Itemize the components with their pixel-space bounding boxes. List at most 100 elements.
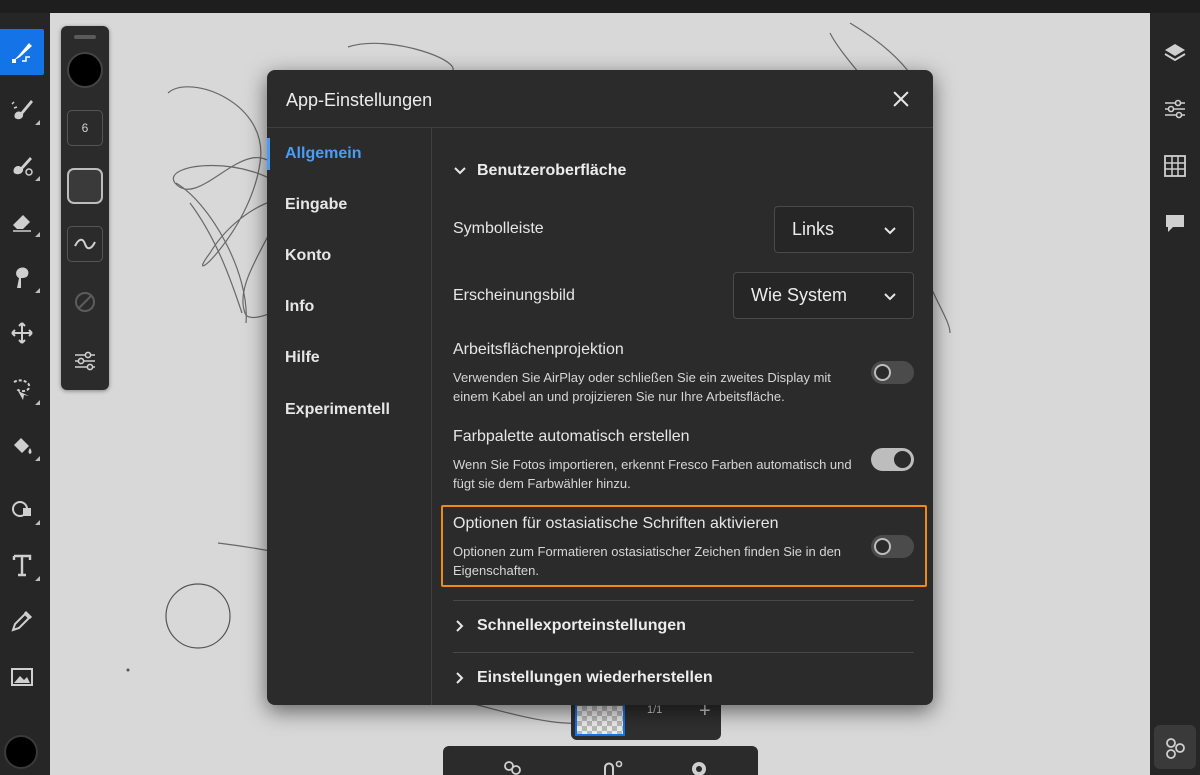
canvas-projection-label: Arbeitsflächenprojektion — [453, 341, 624, 358]
toggle-knob — [874, 364, 891, 381]
brush-color-swatch[interactable] — [67, 52, 103, 88]
live-brush-icon — [11, 100, 33, 120]
canvas-projection-toggle[interactable] — [871, 361, 914, 384]
brush-smoothing-button[interactable] — [67, 226, 103, 262]
chevron-right-icon — [456, 620, 464, 632]
nav-item-label: Experimentell — [285, 401, 390, 418]
chevron-down-icon — [884, 293, 896, 301]
dialog-title: App-Einstellungen — [286, 90, 433, 110]
appearance-label: Erscheinungsbild — [453, 287, 575, 304]
section-quick-export-header[interactable]: Schnellexporteinstellungen — [453, 617, 686, 635]
nav-item-label: Allgemein — [285, 145, 362, 162]
auto-palette-toggle[interactable] — [871, 448, 914, 471]
brush-settings-panel: 6 — [61, 26, 109, 390]
motion-icon[interactable] — [601, 758, 623, 775]
share-livestream-button[interactable] — [1154, 725, 1196, 769]
appearance-dropdown[interactable]: Wie System — [733, 272, 914, 319]
gear-icon[interactable] — [688, 758, 710, 775]
type-icon — [12, 554, 32, 577]
text-tool[interactable] — [0, 541, 44, 589]
share-people-icon — [1166, 738, 1185, 759]
collaborate-icon[interactable] — [501, 758, 523, 775]
east-asian-description: Optionen zum Formatieren ostasiatischer … — [453, 544, 842, 578]
pixel-brush-tool[interactable] — [0, 29, 44, 75]
layers-icon — [1164, 44, 1186, 62]
auto-palette-label: Farbpalette automatisch erstellen — [453, 428, 690, 445]
nav-item-label: Konto — [285, 247, 332, 264]
vector-brush-tool[interactable] — [0, 141, 44, 189]
fill-tool[interactable] — [0, 421, 44, 469]
smudge-tool[interactable] — [0, 253, 44, 301]
chevron-right-icon — [456, 672, 464, 684]
nav-item-allgemein[interactable]: Allgemein — [267, 136, 431, 172]
nav-item-konto[interactable]: Konto — [267, 238, 431, 274]
brush-cursor-circle — [165, 583, 231, 649]
brush-settings-button[interactable] — [67, 342, 103, 378]
layer-thumbnail[interactable] — [575, 704, 625, 736]
toolbar-label: Symbolleiste — [453, 220, 544, 237]
nav-item-info[interactable]: Info — [267, 289, 431, 325]
layers-button[interactable] — [1162, 40, 1188, 66]
section-ui-header[interactable]: Benutzeroberfläche — [453, 162, 626, 180]
bottom-action-bar — [443, 746, 758, 775]
layer-properties-button[interactable] — [1162, 96, 1188, 122]
nav-item-eingabe[interactable]: Eingabe — [267, 187, 431, 223]
shape-tool[interactable] — [0, 485, 44, 533]
pressure-sensitivity-button[interactable] — [67, 284, 103, 320]
comments-button[interactable] — [1162, 210, 1188, 236]
eyedropper-tool[interactable] — [0, 597, 44, 645]
move-icon — [11, 322, 33, 344]
smoothing-wave-icon — [74, 238, 96, 250]
eraser-tool[interactable] — [0, 197, 44, 245]
section-quick-export-title: Schnellexporteinstellungen — [477, 617, 686, 634]
dialog-header: App-Einstellungen — [267, 70, 933, 128]
settings-content: Benutzeroberfläche Symbolleiste Links Er… — [433, 128, 933, 705]
left-toolbar — [0, 13, 50, 775]
auto-palette-description: Wenn Sie Fotos importieren, erkennt Fres… — [453, 457, 852, 491]
nav-item-experimentell[interactable]: Experimentell — [267, 392, 431, 428]
east-asian-toggle[interactable] — [871, 535, 914, 558]
smudge-icon — [16, 267, 29, 288]
place-image-tool[interactable] — [0, 653, 44, 701]
lasso-tool[interactable] — [0, 365, 44, 413]
grid-button[interactable] — [1162, 153, 1188, 179]
right-toolbar — [1150, 13, 1200, 775]
adjustments-icon — [1165, 99, 1185, 119]
settings-nav: Allgemein Eingabe Konto Info Hilfe Exper… — [267, 128, 432, 705]
brush-flow-swatch[interactable] — [67, 168, 103, 204]
section-restore-header[interactable]: Einstellungen wiederherstellen — [453, 669, 713, 687]
app-settings-dialog: App-Einstellungen Allgemein Eingabe Kont… — [267, 70, 933, 705]
transform-tool[interactable] — [0, 309, 44, 357]
toolbar-dropdown[interactable]: Links — [774, 206, 914, 253]
comment-icon — [1166, 215, 1184, 232]
close-icon[interactable] — [889, 87, 913, 111]
divider — [453, 652, 914, 653]
section-restore-title: Einstellungen wiederherstellen — [477, 669, 713, 686]
chevron-down-icon — [884, 227, 896, 235]
nav-item-label: Hilfe — [285, 349, 320, 366]
shapes-icon — [12, 501, 31, 517]
east-asian-label: Optionen für ostasiatische Schriften akt… — [453, 515, 779, 532]
paint-bucket-icon — [14, 438, 32, 454]
grid-icon — [1164, 155, 1186, 177]
top-status-bar — [0, 0, 1200, 13]
brush-size-value[interactable]: 6 — [67, 110, 103, 146]
image-icon — [11, 668, 33, 686]
canvas-projection-description: Verwenden Sie AirPlay oder schließen Sie… — [453, 370, 831, 404]
toggle-knob — [894, 451, 911, 468]
appearance-dropdown-value: Wie System — [751, 285, 848, 305]
pressure-icon — [75, 292, 95, 312]
nav-item-hilfe[interactable]: Hilfe — [267, 340, 431, 376]
chevron-down-icon — [454, 167, 466, 175]
color-swatch[interactable] — [4, 735, 38, 769]
live-brush-tool[interactable] — [0, 85, 44, 133]
eyedropper-icon — [11, 610, 33, 632]
nav-item-label: Info — [285, 298, 315, 315]
section-ui-title: Benutzeroberfläche — [477, 162, 627, 179]
layer-thumbnail-strip: 1/1 + — [571, 700, 721, 740]
vector-brush-icon — [13, 157, 33, 176]
panel-drag-handle[interactable] — [74, 35, 96, 39]
divider — [453, 600, 914, 601]
pixel-brush-icon — [12, 43, 32, 63]
lasso-icon — [13, 379, 31, 400]
